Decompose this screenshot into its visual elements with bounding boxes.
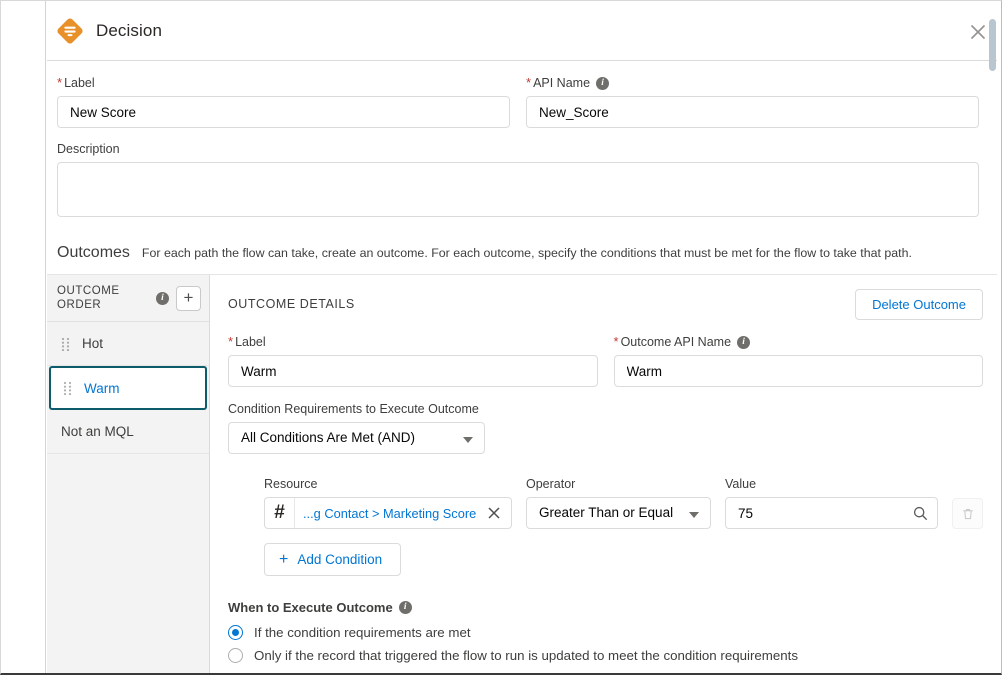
outcome-api-name-input[interactable]: [613, 355, 983, 387]
add-condition-label: Add Condition: [297, 552, 383, 567]
modal-header: Decision: [47, 1, 997, 61]
radio-button-selected[interactable]: [228, 625, 243, 640]
drag-handle-icon[interactable]: [61, 337, 70, 351]
condition-value-box: [725, 497, 938, 529]
decision-description-textarea[interactable]: [57, 162, 979, 217]
condition-operator-value: Greater Than or Equal: [539, 505, 674, 520]
outcome-label-group: * Label: [228, 334, 598, 387]
label-text: Description: [57, 142, 120, 156]
outcome-api-name-label: * Outcome API Name i: [614, 334, 984, 350]
decision-diamond-icon: [57, 17, 83, 44]
label-text: API Name: [533, 76, 591, 90]
condition-resource-combobox[interactable]: # ...g Contact > Marketing Score: [264, 497, 512, 529]
condition-row: Resource # ...g Contact > Marketing Scor…: [264, 476, 983, 529]
close-icon[interactable]: [969, 23, 987, 41]
outcomes-body: OUTCOME ORDER i + Hot Warm Not an MQL OU…: [47, 274, 997, 673]
api-name-field-label: * API Name i: [526, 75, 979, 91]
drag-handle-icon[interactable]: [63, 381, 72, 395]
label-text: Outcome API Name: [620, 335, 732, 349]
decision-top-form: * Label * API Name i Description: [47, 61, 997, 222]
outcome-order-panel: OUTCOME ORDER i + Hot Warm Not an MQL: [47, 275, 210, 673]
condition-value-label: Value: [725, 477, 757, 491]
label-text: Label: [64, 76, 95, 90]
condition-requirements-selected-value: All Conditions Are Met (AND): [241, 430, 416, 445]
hash-number-icon: #: [265, 498, 295, 528]
outcome-order-item-label: Not an MQL: [61, 424, 134, 439]
condition-value-group: Value: [725, 476, 938, 529]
chevron-down-icon: [689, 512, 699, 518]
when-option-label: If the condition requirements are met: [254, 625, 471, 640]
outcome-api-name-group: * Outcome API Name i: [613, 334, 984, 387]
label-field-group: * Label: [57, 75, 510, 128]
condition-operator-group: Operator Greater Than or Equal: [526, 476, 711, 529]
when-to-execute-block: When to Execute Outcome i If the conditi…: [228, 600, 983, 663]
outcome-label-row: * Label * Outcome API Name i: [228, 334, 983, 387]
outcome-order-item-label: Warm: [84, 380, 120, 396]
outcomes-section-header: Outcomes For each path the flow can take…: [47, 222, 997, 274]
trash-icon: [962, 508, 973, 519]
label-text: Label: [235, 335, 266, 349]
condition-operator-label: Operator: [526, 477, 576, 491]
outcome-order-item-not-an-mql[interactable]: Not an MQL: [47, 410, 209, 454]
clear-resource-icon[interactable]: [486, 505, 502, 521]
outcome-order-item-label: Hot: [82, 336, 104, 351]
canvas-left-gutter: [1, 1, 46, 673]
decision-api-name-input[interactable]: [526, 96, 979, 128]
condition-operator-select[interactable]: Greater Than or Equal: [526, 497, 711, 529]
outcome-label-input[interactable]: [228, 355, 598, 387]
outcome-details-header: OUTCOME DETAILS Delete Outcome: [228, 289, 983, 320]
add-condition-button[interactable]: + Add Condition: [264, 543, 402, 576]
when-to-execute-title: When to Execute Outcome i: [228, 600, 983, 615]
outcome-details-panel: OUTCOME DETAILS Delete Outcome * Label *: [210, 275, 997, 673]
when-to-execute-label: When to Execute Outcome: [228, 600, 393, 615]
condition-resource-value: ...g Contact > Marketing Score: [303, 505, 477, 521]
required-marker: *: [526, 75, 532, 90]
required-marker: *: [613, 334, 619, 349]
info-icon[interactable]: i: [398, 601, 412, 614]
condition-requirements-group: Condition Requirements to Execute Outcom…: [228, 401, 485, 454]
radio-button[interactable]: [228, 648, 243, 663]
delete-condition-button[interactable]: [952, 498, 983, 529]
modal-scrollbar[interactable]: [988, 1, 997, 673]
when-option-label: Only if the record that triggered the fl…: [254, 648, 798, 663]
outcome-order-header: OUTCOME ORDER i +: [47, 275, 209, 322]
search-icon[interactable]: [913, 506, 928, 521]
condition-resource-group: Resource # ...g Contact > Marketing Scor…: [264, 476, 512, 529]
outcomes-help-text: For each path the flow can take, create …: [141, 246, 912, 260]
delete-outcome-button[interactable]: Delete Outcome: [855, 289, 983, 320]
required-marker: *: [57, 75, 63, 90]
label-apiname-row: * Label * API Name i: [57, 75, 979, 128]
info-icon[interactable]: i: [737, 335, 751, 349]
required-marker: *: [228, 334, 234, 349]
outcome-label-label: * Label: [228, 334, 598, 350]
when-option-conditions-met[interactable]: If the condition requirements are met: [228, 625, 983, 640]
info-icon[interactable]: i: [156, 291, 169, 305]
outcomes-title: Outcomes: [57, 244, 130, 261]
add-outcome-button[interactable]: +: [176, 285, 201, 311]
condition-delete-group: [952, 498, 983, 529]
condition-resource-label: Resource: [264, 477, 318, 491]
scrollbar-thumb[interactable]: [989, 19, 996, 71]
outcome-order-item-warm[interactable]: Warm: [49, 366, 207, 410]
condition-value-input[interactable]: [726, 498, 937, 528]
conditions-block: Resource # ...g Contact > Marketing Scor…: [228, 476, 983, 576]
modal-title: Decision: [96, 20, 162, 40]
decision-modal: Decision * Label New Score * API Name i …: [47, 1, 997, 673]
decision-label-input[interactable]: [57, 96, 510, 128]
when-option-record-updated[interactable]: Only if the record that triggered the fl…: [228, 648, 983, 663]
chevron-down-icon: [463, 437, 473, 443]
plus-icon: +: [279, 550, 289, 568]
api-name-field-group: * API Name i: [526, 75, 979, 128]
info-icon[interactable]: i: [596, 76, 610, 90]
outcome-order-heading: OUTCOME ORDER: [57, 285, 120, 311]
flow-builder-screen: Decision * Label New Score * API Name i …: [0, 0, 1002, 675]
outcome-order-item-hot[interactable]: Hot: [47, 322, 209, 366]
condition-requirements-select[interactable]: All Conditions Are Met (AND): [228, 422, 485, 454]
description-field-label: Description: [57, 141, 979, 157]
label-field-label: * Label: [57, 75, 510, 91]
description-field-group: Description: [57, 141, 979, 222]
condition-requirements-label: Condition Requirements to Execute Outcom…: [228, 402, 479, 416]
outcome-details-heading: OUTCOME DETAILS: [228, 297, 355, 311]
